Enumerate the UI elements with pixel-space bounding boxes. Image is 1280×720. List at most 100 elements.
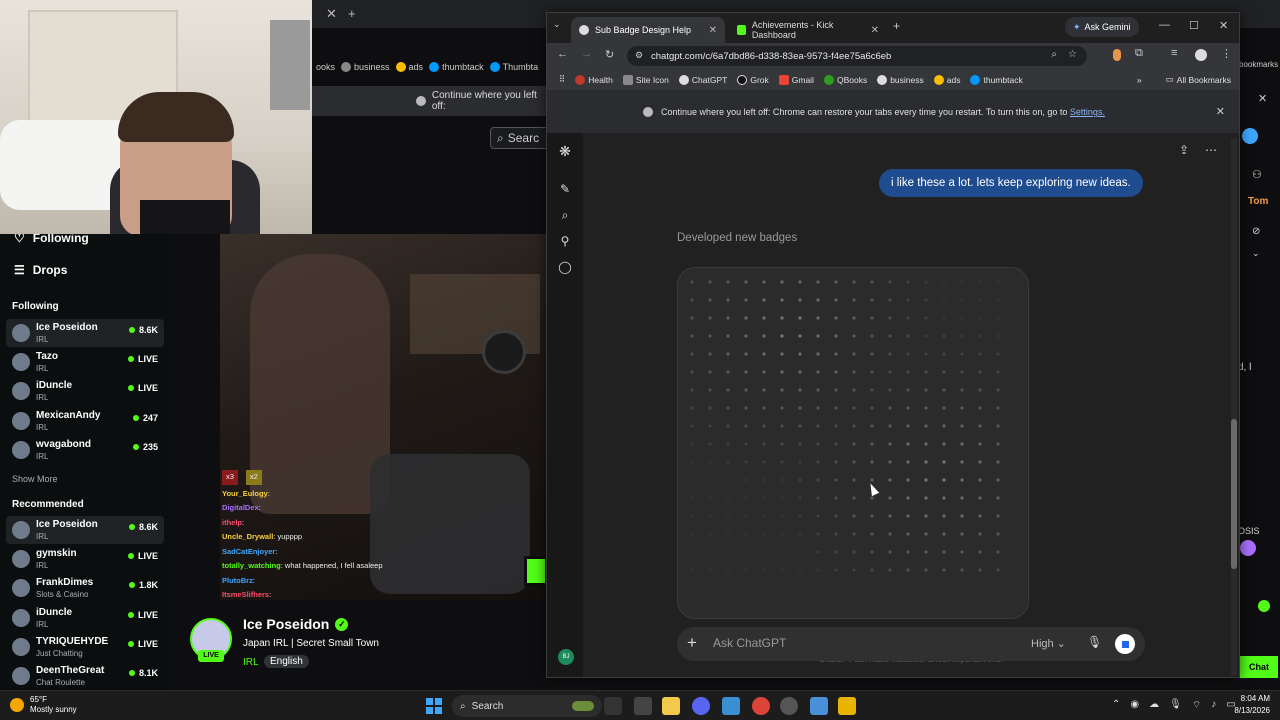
- app-icon[interactable]: [838, 697, 856, 715]
- channel-row[interactable]: TYRIQUEHYDE Just Chatting LIVE: [6, 633, 164, 661]
- new-chat-icon[interactable]: ✎: [557, 181, 573, 197]
- pin-off-icon[interactable]: ⊘: [1252, 226, 1260, 237]
- media-icon[interactable]: ≡: [1171, 47, 1177, 59]
- channel-row[interactable]: Ice Poseidon IRL 8.6K: [6, 319, 164, 347]
- clock[interactable]: 8:04 AM 8/13/2026: [1234, 693, 1270, 717]
- bookmark-site-icon[interactable]: Site Icon: [622, 74, 669, 85]
- users-icon[interactable]: ⚇: [1252, 168, 1262, 181]
- chat-username[interactable]: PlutoBrz: [222, 576, 253, 585]
- show-more-link[interactable]: Show More: [12, 474, 58, 484]
- extensions-icon[interactable]: ⧉: [1135, 47, 1143, 60]
- chrome-icon[interactable]: [752, 697, 770, 715]
- tab-search-icon[interactable]: ⌄: [553, 19, 561, 30]
- ask-gemini-button[interactable]: ✦ Ask Gemini: [1065, 17, 1139, 37]
- channel-row[interactable]: Tazo IRL LIVE: [6, 348, 164, 376]
- pin-icon[interactable]: ⚲: [557, 233, 573, 249]
- channel-row[interactable]: FrankDimes Slots & Casino 1.8K: [6, 574, 164, 602]
- chat-send-button[interactable]: Chat: [1240, 656, 1278, 678]
- obs-tray-icon[interactable]: ◉: [1130, 699, 1139, 712]
- taskbar-search[interactable]: ⌕ Search: [452, 695, 602, 717]
- more-bookmarks-icon[interactable]: »: [1137, 75, 1142, 85]
- close-window-icon[interactable]: ✕: [1219, 19, 1228, 32]
- close-tab-icon[interactable]: ✕: [326, 6, 337, 22]
- openai-logo-icon[interactable]: ❋: [557, 143, 573, 159]
- stop-generating-button[interactable]: [1115, 634, 1135, 654]
- discord-icon[interactable]: [692, 697, 710, 715]
- obs-icon[interactable]: [780, 697, 798, 715]
- task-view-icon[interactable]: [604, 697, 622, 715]
- scrollbar[interactable]: [1231, 139, 1237, 675]
- channel-row[interactable]: Ice Poseidon IRL 8.6K: [6, 516, 164, 544]
- close-tab-icon[interactable]: ✕: [709, 25, 717, 36]
- new-tab-icon[interactable]: +: [348, 6, 356, 21]
- bookmark-business[interactable]: business: [877, 74, 924, 85]
- stream-language-tag[interactable]: English: [264, 655, 309, 668]
- close-icon[interactable]: ✕: [1258, 92, 1267, 105]
- star-icon[interactable]: ☆: [1068, 49, 1077, 60]
- kick-bookmark[interactable]: Thumbta: [489, 62, 538, 72]
- zoom-icon[interactable]: ⌕: [1051, 49, 1057, 60]
- settings-link[interactable]: Settings.: [1070, 107, 1105, 117]
- notepad-icon[interactable]: [634, 697, 652, 715]
- bookmark-gmail[interactable]: Gmail: [778, 74, 814, 85]
- kick-bookmark[interactable]: ooks: [316, 62, 335, 72]
- emote-icon[interactable]: [1258, 600, 1270, 612]
- user-avatar[interactable]: BJ: [558, 649, 574, 665]
- file-explorer-icon[interactable]: [662, 697, 680, 715]
- channel-row[interactable]: DeenTheGreat Chat Roulette 8.1K: [6, 662, 164, 690]
- reasoning-mode-select[interactable]: High ⌄: [1031, 637, 1066, 650]
- tab-achievements[interactable]: Achievements - Kick Dashboard ✕: [729, 17, 887, 43]
- channel-row[interactable]: MexicanAndy IRL 247: [6, 407, 164, 435]
- attach-icon[interactable]: +: [687, 633, 697, 653]
- back-icon[interactable]: ←: [557, 48, 568, 60]
- app-icon[interactable]: [810, 697, 828, 715]
- chevron-up-icon[interactable]: ⌃: [1112, 699, 1120, 712]
- bookmark-ads[interactable]: ads: [933, 74, 960, 85]
- bookmark-qbooks[interactable]: QBooks: [823, 74, 867, 85]
- profile-icon[interactable]: [1242, 128, 1258, 144]
- channel-name[interactable]: Ice Poseidon ✓: [243, 616, 349, 632]
- chat-bubble-icon[interactable]: ◯: [557, 259, 573, 275]
- channel-row[interactable]: iDuncle IRL LIVE: [6, 377, 164, 405]
- channel-row[interactable]: gymskin IRL LIVE: [6, 545, 164, 573]
- profile-icon[interactable]: [1195, 49, 1207, 61]
- forward-icon[interactable]: →: [581, 48, 592, 60]
- nav-drops[interactable]: ☰ Drops: [14, 263, 67, 277]
- bookmark-grok[interactable]: Grok: [737, 74, 769, 85]
- kick-bookmark[interactable]: thumbtack: [429, 62, 484, 72]
- close-tab-icon[interactable]: ✕: [871, 25, 879, 36]
- all-bookmarks[interactable]: ▭ All Bookmarks: [1166, 74, 1231, 85]
- menu-icon[interactable]: ⋮: [1221, 47, 1232, 60]
- channel-row[interactable]: iDuncle IRL LIVE: [6, 604, 164, 632]
- bookmark-health[interactable]: Health: [575, 74, 613, 85]
- chevron-down-icon[interactable]: ⌄: [1252, 248, 1260, 259]
- minimize-icon[interactable]: —: [1159, 19, 1170, 31]
- kick-bookmark[interactable]: ads: [395, 62, 423, 72]
- apps-icon[interactable]: ⠿: [559, 74, 565, 85]
- maximize-icon[interactable]: ☐: [1189, 19, 1199, 32]
- app-icon[interactable]: [722, 697, 740, 715]
- channel-row[interactable]: wvagabond IRL 235: [6, 436, 164, 464]
- scrollbar-thumb[interactable]: [1231, 419, 1237, 569]
- chat-username[interactable]: ItsmeSlifhers: [222, 590, 269, 599]
- tab-sub-badge[interactable]: Sub Badge Design Help ✕: [571, 17, 725, 43]
- prompt-composer[interactable]: + Ask ChatGPT High ⌄ 🎙: [677, 627, 1145, 661]
- bookmark-thumbtack[interactable]: thumbtack: [970, 74, 1023, 85]
- onedrive-icon[interactable]: ☁: [1149, 699, 1159, 712]
- chat-username[interactable]: Your_Eulogy: [222, 489, 268, 498]
- chat-username[interactable]: SadCatEnjoyer: [222, 547, 275, 556]
- search-icon[interactable]: ⌕: [557, 207, 573, 223]
- new-tab-icon[interactable]: +: [893, 19, 900, 33]
- microphone-icon[interactable]: 🎙: [1169, 699, 1182, 712]
- kick-bookmark[interactable]: business: [341, 62, 390, 72]
- chat-username[interactable]: DigitalDex: [222, 503, 259, 512]
- url-field[interactable]: ⚙ chatgpt.com/c/6a7dbd86-d338-83ea-9573-…: [627, 46, 1087, 66]
- share-icon[interactable]: ⇪: [1179, 143, 1189, 157]
- weather-widget[interactable]: 65°F Mostly sunny: [10, 695, 77, 715]
- chat-username[interactable]: totally_watching: [222, 561, 281, 570]
- site-info-icon[interactable]: ⚙: [635, 50, 643, 61]
- volume-icon[interactable]: ♪: [1211, 699, 1216, 712]
- microphone-icon[interactable]: 🎙: [1087, 635, 1102, 649]
- wifi-icon[interactable]: ⌔: [1192, 699, 1201, 712]
- start-button[interactable]: [426, 698, 442, 714]
